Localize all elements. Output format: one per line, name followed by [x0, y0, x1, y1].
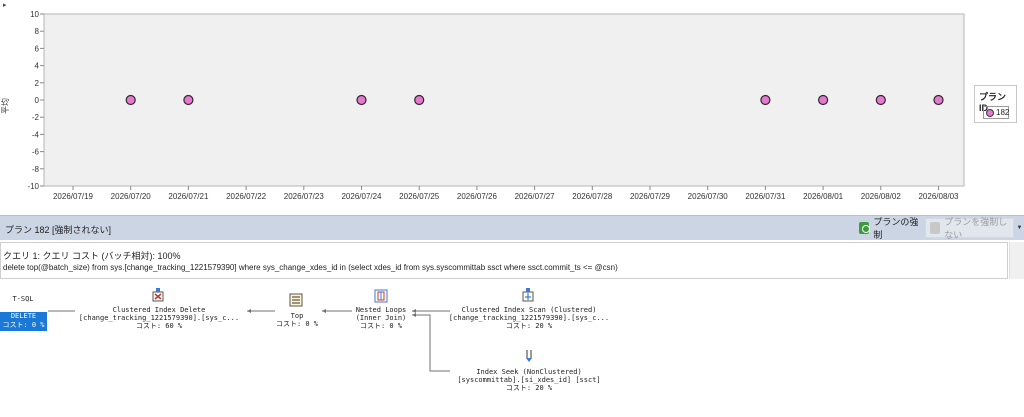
data-point[interactable]	[356, 94, 367, 106]
chart-legend: プラン ID 182	[974, 85, 1017, 123]
delete-operator[interactable]: DELETE コスト: 0 %	[0, 312, 47, 331]
y-axis: 10 8 6 4 2 0 -2 -4 -6 -8 -10	[27, 10, 44, 191]
index-seek-icon[interactable]	[523, 349, 537, 363]
nested-loops-icon[interactable]	[374, 289, 388, 303]
execution-plan-diagram: T-SQL DELETE コスト: 0 % Clustered Index De…	[0, 281, 1024, 417]
vertical-scrollbar[interactable]	[1009, 242, 1024, 279]
arrow-seek-to-loops	[412, 314, 450, 372]
force-plan-icon	[859, 222, 871, 234]
x-tick-label: 2026/07/28	[572, 192, 613, 201]
y-tick-label: 2	[35, 79, 40, 88]
x-tick-label: 2026/07/31	[745, 192, 786, 201]
cis-object: [change_tracking_1221579390].[sys_c...	[448, 314, 610, 322]
y-tick-label: 10	[30, 10, 39, 19]
is-object: [syscommittab].[si_xdes_id] [ssct]	[457, 376, 601, 384]
cis-name: Clustered Index Scan (Clustered)	[461, 306, 597, 314]
cis-cost: コスト: 20 %	[505, 322, 553, 330]
data-point[interactable]	[933, 94, 944, 106]
delete-op-cost: コスト: 0 %	[2, 321, 45, 329]
unforce-plan-label: プランを強制しない	[944, 217, 1008, 240]
x-tick-label: 2026/07/25	[399, 192, 440, 201]
nl-name: Nested Loops	[355, 306, 407, 314]
arrowhead-icon	[247, 309, 251, 313]
nl-cost: コスト: 0 %	[359, 322, 403, 330]
y-tick-label: 4	[35, 62, 40, 71]
y-tick-label: -2	[32, 113, 40, 122]
data-point[interactable]	[760, 94, 771, 106]
delete-op-label: DELETE	[10, 312, 37, 320]
legend-entry-182[interactable]: 182	[983, 106, 1009, 119]
force-plan-button[interactable]: プランの強制	[855, 217, 920, 240]
x-tick-label: 2026/08/03	[918, 192, 959, 201]
top-node[interactable]: Top コスト: 0 %	[273, 312, 321, 328]
clustered-index-scan-node[interactable]: Clustered Index Scan (Clustered) [change…	[448, 306, 610, 330]
x-tick-label: 2026/07/24	[341, 192, 382, 201]
clustered-index-delete-node[interactable]: Clustered Index Delete [change_tracking_…	[78, 306, 240, 330]
x-tick-label: 2026/07/20	[111, 192, 152, 201]
query-sql-text: delete top(@batch_size) from sys.[change…	[3, 263, 618, 272]
nl-join: (Inner Join)	[355, 314, 407, 322]
x-tick-label: 2026/07/19	[53, 192, 94, 201]
y-tick-label: 0	[35, 96, 40, 105]
top-cost: コスト: 0 %	[275, 320, 319, 328]
x-tick-label: 2026/08/01	[803, 192, 844, 201]
plan-toolbar: プラン 182 [強制されない] プランの強制 プランを強制しない ▼	[0, 215, 1024, 240]
y-tick-label: 6	[35, 44, 40, 53]
data-point[interactable]	[817, 94, 829, 106]
x-tick-label: 2026/07/29	[630, 192, 671, 201]
arrowhead-icon	[322, 309, 326, 313]
y-tick-label: -10	[27, 182, 39, 191]
unforce-plan-button[interactable]: プランを強制しない	[925, 217, 1014, 240]
y-tick-label: -8	[32, 165, 40, 174]
legend-marker-icon	[986, 109, 994, 117]
data-point[interactable]	[183, 94, 194, 106]
x-tick-label: 2026/07/27	[515, 192, 556, 201]
x-tick-label: 2026/07/30	[688, 192, 729, 201]
nested-loops-node[interactable]: Nested Loops (Inner Join) コスト: 0 %	[348, 306, 414, 330]
y-tick-label: 8	[35, 27, 40, 36]
x-tick-label: 2026/07/21	[168, 192, 209, 201]
clustered-index-scan-icon[interactable]	[521, 288, 535, 302]
plan-scatter-chart: 1086420-2-4-6-8-10 2026/07/19 2026/07/20 2…	[27, 10, 965, 201]
unforce-plan-icon	[930, 222, 941, 234]
clustered-index-delete-icon[interactable]	[151, 288, 165, 302]
plan-title: プラン 182 [強制されない]	[5, 225, 112, 235]
plan-chart-area: ▸ 10 8 6 4 2 0 -2 -4 -6 -8 -10 2026/07/19 2026/07/2…	[0, 0, 1024, 212]
force-plan-label: プランの強制	[873, 217, 919, 240]
y-tick-label: -4	[32, 130, 40, 139]
query-text-panel: クエリ 1: クエリ コスト (バッチ相対): 100% delete top(…	[0, 242, 1008, 279]
data-point[interactable]	[125, 94, 136, 106]
y-axis-label: 平均	[1, 98, 10, 114]
x-tick-label: 2026/08/02	[861, 192, 902, 201]
legend-entry-label: 182	[996, 108, 1010, 117]
top-name: Top	[290, 312, 304, 320]
x-tick-label: 2026/07/22	[226, 192, 267, 201]
x-axis: 2026/07/19 2026/07/20 2026/07/21 2026/07/22…	[53, 186, 959, 201]
query-store-plan-view: ▸ 10 8 6 4 2 0 -2 -4 -6 -8 -10 2026/07/19 2026/07/2…	[0, 0, 1024, 417]
is-name: Index Seek (NonClustered)	[476, 368, 582, 376]
x-tick-label: 2026/07/26	[457, 192, 498, 201]
index-seek-node[interactable]: Index Seek (NonClustered) [syscommittab]…	[448, 368, 610, 392]
y-tick-label: -6	[32, 148, 40, 157]
toolbar-dropdown-icon[interactable]: ▼	[1015, 218, 1024, 238]
top-operator-icon[interactable]	[289, 293, 303, 307]
tsql-label: T-SQL	[12, 295, 34, 303]
is-cost: コスト: 20 %	[505, 384, 553, 392]
cid-cost: コスト: 60 %	[135, 322, 183, 330]
query-cost-line: クエリ 1: クエリ コスト (バッチ相対): 100%	[3, 251, 181, 261]
data-point[interactable]	[414, 94, 425, 106]
cid-name: Clustered Index Delete	[112, 306, 206, 314]
cid-object: [change_tracking_1221579390].[sys_c...	[78, 314, 240, 322]
x-tick-label: 2026/07/23	[284, 192, 325, 201]
data-point[interactable]	[875, 94, 886, 106]
